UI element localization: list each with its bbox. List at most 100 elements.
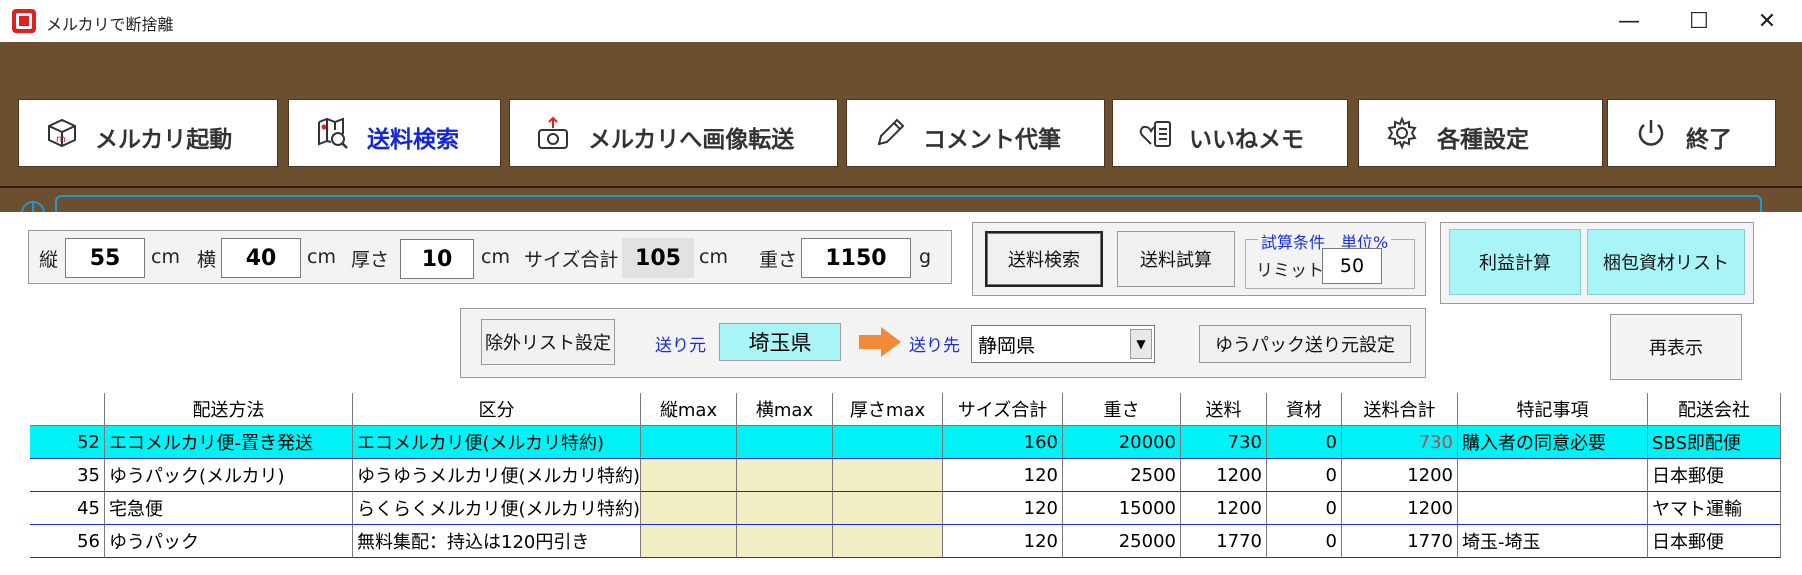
cell-material[interactable]: 0 xyxy=(1267,426,1342,459)
cell-wmax[interactable] xyxy=(737,525,833,558)
cell-size[interactable]: 160 xyxy=(943,426,1063,459)
cell-size[interactable]: 120 xyxy=(943,492,1063,525)
table-row[interactable]: 45 宅急便 らくらくメルカリ便(メルカリ特約) 120 15000 1200 0 1200 ヤ… xyxy=(30,492,1781,525)
header-height-max[interactable]: 縦max xyxy=(641,393,737,426)
cell-tmax[interactable] xyxy=(833,426,943,459)
header-note[interactable]: 特記事項 xyxy=(1458,393,1648,426)
close-button[interactable]: ✕ xyxy=(1732,0,1802,42)
cell-material[interactable]: 0 xyxy=(1267,525,1342,558)
header-weight[interactable]: 重さ xyxy=(1063,393,1181,426)
cell-carrier[interactable]: 日本郵便 xyxy=(1648,459,1781,492)
header-thickness-max[interactable]: 厚さmax xyxy=(833,393,943,426)
cell-weight[interactable]: 25000 xyxy=(1063,525,1181,558)
profit-calc-button[interactable]: 利益計算 xyxy=(1449,229,1581,295)
cell-size[interactable]: 120 xyxy=(943,459,1063,492)
limit-input[interactable]: 50 xyxy=(1322,248,1382,284)
cell-method[interactable]: ゆうパック(メルカリ) xyxy=(105,459,353,492)
cell-weight[interactable]: 20000 xyxy=(1063,426,1181,459)
cell-note[interactable] xyxy=(1458,459,1648,492)
cell-note[interactable] xyxy=(1458,492,1648,525)
header-category[interactable]: 区分 xyxy=(353,393,641,426)
cell-carrier[interactable]: ヤマト運輸 xyxy=(1648,492,1781,525)
cell-category[interactable]: らくらくメルカリ便(メルカリ特約) xyxy=(353,492,641,525)
cell-tmax[interactable] xyxy=(833,492,943,525)
minimize-button[interactable]: — xyxy=(1594,0,1664,42)
cell-no[interactable]: 56 xyxy=(30,525,105,558)
cell-wmax[interactable] xyxy=(737,492,833,525)
header-material[interactable]: 資材 xyxy=(1267,393,1342,426)
cell-fee[interactable]: 1200 xyxy=(1181,459,1267,492)
cell-category[interactable]: 無料集配：持込は120円引き xyxy=(353,525,641,558)
shipping-estimate-button[interactable]: 送料試算 xyxy=(1117,231,1235,287)
arrow-right-icon xyxy=(859,327,901,357)
refresh-button[interactable]: 再表示 xyxy=(1610,314,1742,380)
cell-wmax[interactable] xyxy=(737,426,833,459)
image-transfer-button[interactable]: メルカリへ画像転送 xyxy=(510,100,837,166)
title-bar: メルカリで断捨離 — ☐ ✕ xyxy=(0,0,1802,42)
cell-fee[interactable]: 1200 xyxy=(1181,492,1267,525)
like-memo-label: いいねメモ xyxy=(1189,127,1304,153)
header-method[interactable]: 配送方法 xyxy=(105,393,353,426)
cell-tmax[interactable] xyxy=(833,459,943,492)
cell-no[interactable]: 45 xyxy=(30,492,105,525)
cell-weight[interactable]: 2500 xyxy=(1063,459,1181,492)
exclude-list-button[interactable]: 除外リスト設定 xyxy=(481,319,615,365)
exit-button[interactable]: 終了 xyxy=(1608,100,1775,166)
cell-fee[interactable]: 730 xyxy=(1181,426,1267,459)
shipping-search-button[interactable]: 送料検索 xyxy=(985,231,1103,287)
cell-category[interactable]: ゆうゆうメルカリ便(メルカリ特約) xyxy=(353,459,641,492)
cell-method[interactable]: エコメルカリ便-置き発送 xyxy=(105,426,353,459)
to-prefecture-select[interactable]: 静岡県 ▼ xyxy=(971,325,1155,363)
yupack-origin-button[interactable]: ゆうパック送り元設定 xyxy=(1199,325,1411,363)
cell-hmax[interactable] xyxy=(641,525,737,558)
cell-wmax[interactable] xyxy=(737,459,833,492)
cell-fee[interactable]: 1770 xyxy=(1181,525,1267,558)
cell-no[interactable]: 52 xyxy=(30,426,105,459)
cell-category[interactable]: エコメルカリ便(メルカリ特約) xyxy=(353,426,641,459)
maximize-button[interactable]: ☐ xyxy=(1664,0,1734,42)
thickness-unit: cm xyxy=(481,246,510,268)
cell-size[interactable]: 120 xyxy=(943,525,1063,558)
cell-tmax[interactable] xyxy=(833,525,943,558)
settings-button[interactable]: 各種設定 xyxy=(1359,100,1602,166)
cell-hmax[interactable] xyxy=(641,426,737,459)
table-row[interactable]: 56 ゆうパック 無料集配：持込は120円引き 120 25000 1770 0 1770 埼玉… xyxy=(30,525,1781,558)
cell-hmax[interactable] xyxy=(641,459,737,492)
cell-total[interactable]: 1200 xyxy=(1342,459,1458,492)
cell-material[interactable]: 0 xyxy=(1267,492,1342,525)
cell-method[interactable]: 宅急便 xyxy=(105,492,353,525)
cell-note[interactable]: 購入者の同意必要 xyxy=(1458,426,1648,459)
cell-no[interactable]: 35 xyxy=(30,459,105,492)
header-total[interactable]: 送料合計 xyxy=(1342,393,1458,426)
cell-hmax[interactable] xyxy=(641,492,737,525)
weight-input[interactable]: 1150 xyxy=(801,238,911,278)
like-memo-button[interactable]: いいねメモ xyxy=(1113,100,1347,166)
shipping-search-tab-label: 送料検索 xyxy=(367,127,459,153)
cell-total[interactable]: 1200 xyxy=(1342,492,1458,525)
header-width-max[interactable]: 横max xyxy=(737,393,833,426)
cell-carrier[interactable]: SBS即配便 xyxy=(1648,426,1781,459)
table-row[interactable]: 35 ゆうパック(メルカリ) ゆうゆうメルカリ便(メルカリ特約) 120 2500 120… xyxy=(30,459,1781,492)
thickness-label: 厚さ xyxy=(351,249,390,271)
cell-weight[interactable]: 15000 xyxy=(1063,492,1181,525)
cell-carrier[interactable]: 日本郵便 xyxy=(1648,525,1781,558)
header-size-total[interactable]: サイズ合計 xyxy=(943,393,1063,426)
cell-note[interactable]: 埼玉-埼玉 xyxy=(1458,525,1648,558)
dimensions-panel: 縦 55 cm 横 40 cm 厚さ 10 cm サイズ合計 105 cm 重さ… xyxy=(28,230,952,284)
width-input[interactable]: 40 xyxy=(221,238,301,278)
shipping-search-tab-button[interactable]: 送料検索 xyxy=(289,100,500,166)
cell-method[interactable]: ゆうパック xyxy=(105,525,353,558)
header-fee[interactable]: 送料 xyxy=(1181,393,1267,426)
header-carrier[interactable]: 配送会社 xyxy=(1648,393,1781,426)
cell-total[interactable]: 730 xyxy=(1342,426,1458,459)
cell-material[interactable]: 0 xyxy=(1267,459,1342,492)
window-title: メルカリで断捨離 xyxy=(46,15,174,34)
cell-total[interactable]: 1770 xyxy=(1342,525,1458,558)
mercari-launch-button[interactable]: m メルカリ起動 xyxy=(19,100,277,166)
thickness-input[interactable]: 10 xyxy=(400,239,474,279)
comment-writer-button[interactable]: コメント代筆 xyxy=(847,100,1104,166)
height-input[interactable]: 55 xyxy=(65,238,145,278)
table-row[interactable]: 52 エコメルカリ便-置き発送 エコメルカリ便(メルカリ特約) 160 20000 730… xyxy=(30,426,1781,459)
chevron-down-icon[interactable]: ▼ xyxy=(1130,329,1152,359)
packing-list-button[interactable]: 梱包資材リスト xyxy=(1587,229,1745,295)
